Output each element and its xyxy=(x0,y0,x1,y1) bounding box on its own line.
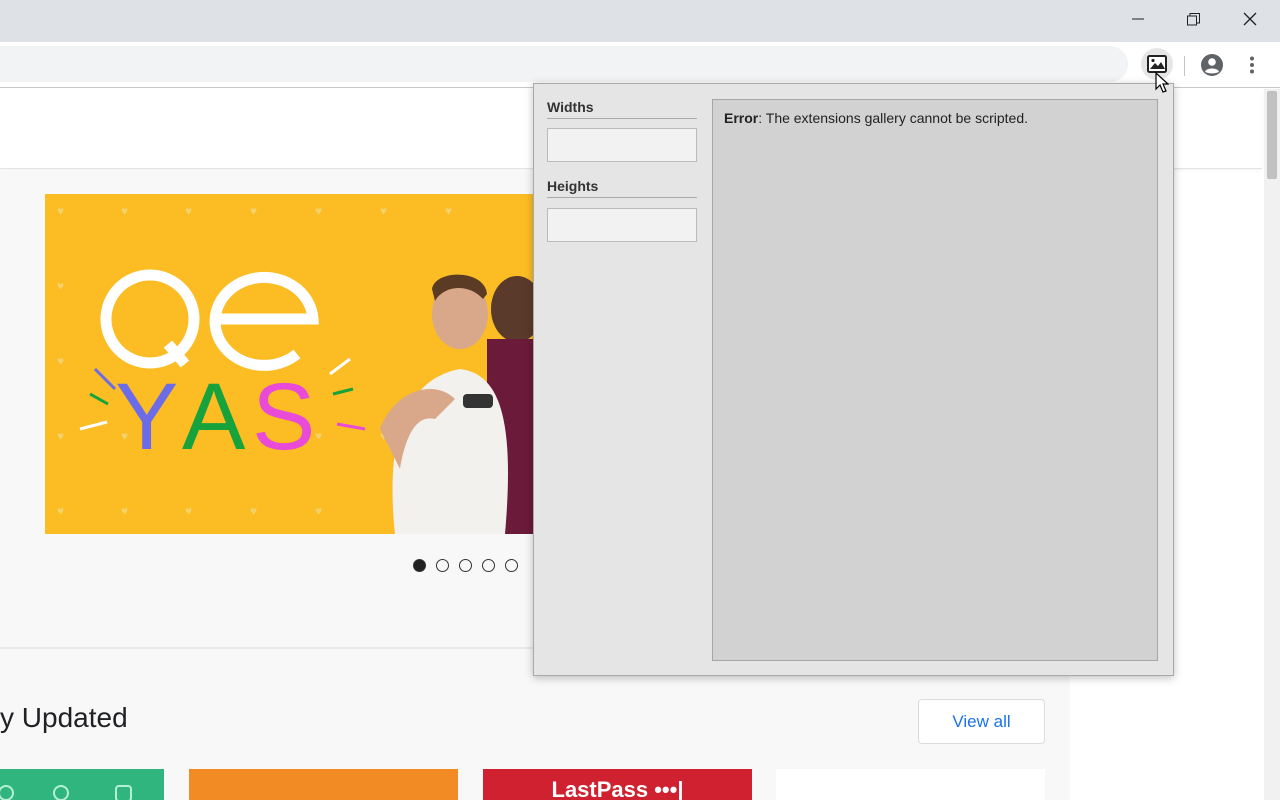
toolbar-separator xyxy=(1184,56,1185,76)
minimize-button[interactable] xyxy=(1110,0,1166,38)
app-icons xyxy=(0,785,132,800)
svg-text:Y: Y xyxy=(115,364,178,464)
show-logo: Y A S xyxy=(79,269,366,464)
error-message: : The extensions gallery cannot be scrip… xyxy=(758,110,1029,126)
widths-label: Widths xyxy=(547,99,697,119)
heights-input[interactable] xyxy=(547,208,697,242)
address-bar[interactable] xyxy=(0,46,1128,82)
section-title: y Updated xyxy=(0,702,128,733)
carousel-dot-2[interactable] xyxy=(436,559,449,572)
extension-tile[interactable] xyxy=(0,769,164,800)
carousel-dot-1[interactable] xyxy=(413,559,426,572)
carousel-dot-3[interactable] xyxy=(459,559,472,572)
preview-panel: Error: The extensions gallery cannot be … xyxy=(712,99,1158,661)
extension-popup: Widths Heights Error: The extensions gal… xyxy=(533,83,1174,676)
svg-text:A: A xyxy=(182,364,246,464)
promo-photo xyxy=(380,274,535,534)
error-prefix: Error xyxy=(724,110,759,126)
promo-carousel-slide[interactable]: ♥♥♥♥♥♥♥ ♥♥♥♥ ♥♥♥♥ ♥♥♥ Y A S xyxy=(45,194,535,534)
carousel-dot-5[interactable] xyxy=(505,559,518,572)
carousel-dot-4[interactable] xyxy=(482,559,495,572)
restore-button[interactable] xyxy=(1165,0,1221,38)
minimize-icon xyxy=(1132,18,1144,20)
heights-label: Heights xyxy=(547,178,697,198)
view-all-button[interactable]: View all xyxy=(918,699,1045,744)
image-icon xyxy=(1147,55,1167,73)
close-icon xyxy=(1243,12,1257,26)
window-titlebar xyxy=(0,0,1280,42)
scrollbar-thumb[interactable] xyxy=(1267,91,1277,179)
widths-input[interactable] xyxy=(547,128,697,162)
account-icon xyxy=(1201,54,1223,76)
svg-text:S: S xyxy=(252,364,315,464)
extension-tile[interactable] xyxy=(776,769,1045,800)
browser-toolbar xyxy=(0,42,1280,88)
lastpass-tile[interactable]: LastPass •••| xyxy=(483,769,752,800)
profile-button[interactable] xyxy=(1198,51,1226,79)
restore-icon xyxy=(1186,12,1200,25)
carousel-pagination xyxy=(413,559,518,572)
menu-button[interactable] xyxy=(1238,51,1266,79)
close-button[interactable] xyxy=(1222,0,1278,38)
mouse-cursor-icon xyxy=(1155,72,1169,93)
extension-tile[interactable] xyxy=(189,769,458,800)
page-scrollbar[interactable] xyxy=(1264,89,1280,800)
more-vert-icon xyxy=(1250,56,1254,74)
